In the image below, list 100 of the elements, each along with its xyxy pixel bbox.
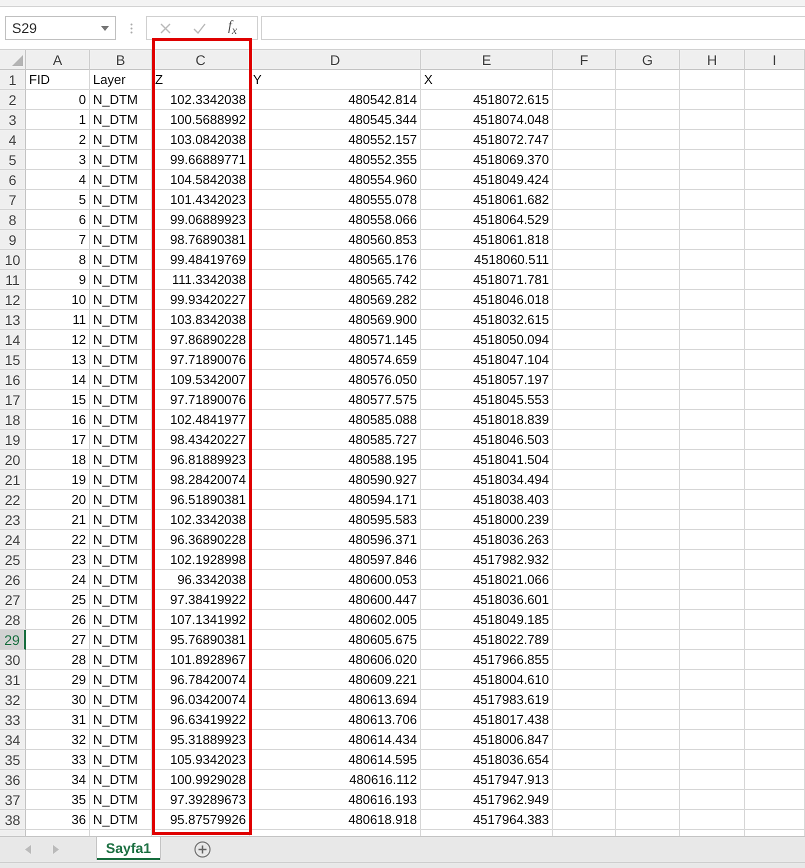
row-header[interactable]: 28 [0,610,26,630]
table-cell: Layer [90,70,152,90]
table-cell: 97.38419922 [152,590,250,610]
table-cell [745,690,805,710]
table-cell: 4518061.818 [421,230,553,250]
table-cell [745,170,805,190]
table-cell: N_DTM [90,570,152,590]
table-cell: 480606.020 [250,650,421,670]
scroll-left-icon[interactable] [25,845,31,854]
row-header[interactable]: 18 [0,410,26,430]
row-header[interactable]: 2 [0,90,26,110]
row-header[interactable]: 21 [0,470,26,490]
row-header[interactable]: 1 [0,70,26,90]
table-cell [680,130,745,150]
row-header[interactable]: 5 [0,150,26,170]
row-header[interactable]: 27 [0,590,26,610]
column-header[interactable]: I [745,50,805,70]
row-header[interactable]: 26 [0,570,26,590]
row-header[interactable]: 31 [0,670,26,690]
column-header[interactable]: F [553,50,616,70]
row-header[interactable]: 11 [0,270,26,290]
column-header[interactable]: C [152,50,250,70]
table-cell: 30 [26,690,90,710]
table-cell: 4518032.615 [421,310,553,330]
table-cell: 99.93420227 [152,290,250,310]
table-cell [553,750,616,770]
drag-handle-icon[interactable] [130,22,133,34]
row-header[interactable]: 16 [0,370,26,390]
table-cell [680,230,745,250]
row-header[interactable]: 30 [0,650,26,670]
sheet-tab[interactable]: Sayfa1 [97,837,160,860]
row-header[interactable]: 22 [0,490,26,510]
row-header[interactable]: 34 [0,730,26,750]
table-cell: 17 [26,430,90,450]
table-cell [680,710,745,730]
row-header[interactable]: 25 [0,550,26,570]
row-header[interactable]: 38 [0,810,26,830]
table-cell: 36 [26,810,90,830]
table-cell: 4518022.789 [421,630,553,650]
table-cell: N_DTM [90,590,152,610]
row-header[interactable]: 4 [0,130,26,150]
table-cell: 28 [26,650,90,670]
row-header[interactable]: 14 [0,330,26,350]
table-cell: 480552.355 [250,150,421,170]
row-header[interactable]: 36 [0,770,26,790]
column-header[interactable]: B [90,50,152,70]
table-cell: N_DTM [90,110,152,130]
row-header[interactable]: 35 [0,750,26,770]
table-cell: N_DTM [90,630,152,650]
table-cell [553,330,616,350]
table-cell [553,470,616,490]
row-header[interactable]: 15 [0,350,26,370]
row-header[interactable]: 6 [0,170,26,190]
column-header[interactable]: H [680,50,745,70]
cancel-icon[interactable] [160,22,171,34]
row-header[interactable]: 10 [0,250,26,270]
name-box[interactable]: S29 [5,16,116,40]
row-header[interactable]: 7 [0,190,26,210]
table-cell [680,450,745,470]
table-cell [680,270,745,290]
row-header[interactable]: 37 [0,790,26,810]
scroll-right-icon[interactable] [53,845,59,854]
row-header[interactable]: 13 [0,310,26,330]
check-icon[interactable] [193,22,206,34]
row-header[interactable]: 20 [0,450,26,470]
table-cell [680,490,745,510]
table-cell: 480565.742 [250,270,421,290]
row-header[interactable]: 33 [0,710,26,730]
row-header[interactable]: 9 [0,230,26,250]
table-cell: N_DTM [90,450,152,470]
column-header[interactable]: D [250,50,421,70]
column-header[interactable]: G [616,50,680,70]
table-cell [616,230,680,250]
add-sheet-icon[interactable] [194,841,211,858]
table-cell: 480595.583 [250,510,421,530]
row-header[interactable]: 3 [0,110,26,130]
table-cell: 3 [26,150,90,170]
row-header[interactable]: 17 [0,390,26,410]
row-header[interactable]: 8 [0,210,26,230]
table-cell [680,290,745,310]
row-header[interactable]: 23 [0,510,26,530]
table-cell [616,250,680,270]
column-header[interactable]: A [26,50,90,70]
column-header[interactable]: E [421,50,553,70]
table-cell: 480614.595 [250,750,421,770]
table-cell [680,370,745,390]
select-all-corner[interactable] [0,50,26,70]
row-header[interactable]: 19 [0,430,26,450]
row-header[interactable]: 24 [0,530,26,550]
table-cell: 11 [26,310,90,330]
table-cell [680,150,745,170]
row-header[interactable]: 29 [0,630,26,650]
table-cell [616,270,680,290]
table-cell: 96.03420074 [152,690,250,710]
formula-input[interactable] [261,16,805,40]
table-cell [680,530,745,550]
insert-function-button[interactable]: f$_{x}$ [228,19,238,37]
row-header[interactable]: 12 [0,290,26,310]
row-header[interactable]: 32 [0,690,26,710]
table-cell: 480618.918 [250,810,421,830]
